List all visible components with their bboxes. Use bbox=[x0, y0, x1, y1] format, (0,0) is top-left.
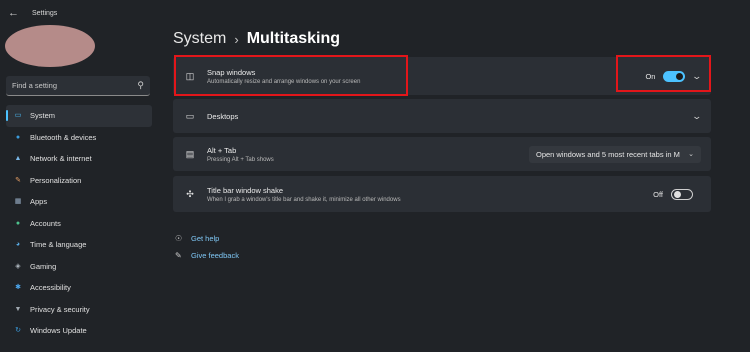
breadcrumb: System › Multitasking bbox=[173, 30, 340, 48]
snap-windows-card[interactable]: ◫ Snap windows Automatically resize and … bbox=[173, 57, 711, 95]
alt-tab-dropdown[interactable]: Open windows and 5 most recent tabs in M… bbox=[529, 145, 701, 163]
sidebar-item-label: Bluetooth & devices bbox=[30, 132, 97, 142]
apps-icon: ▦ bbox=[14, 198, 22, 206]
sidebar: ▭ System ● Bluetooth & devices ▲ Network… bbox=[6, 105, 152, 342]
update-icon: ↻ bbox=[15, 327, 21, 335]
alt-tab-subtitle: Pressing Alt + Tab shows bbox=[207, 156, 274, 163]
wifi-icon: ▲ bbox=[14, 155, 22, 163]
toggle-knob bbox=[676, 72, 684, 80]
help-icon: ☉ bbox=[175, 234, 183, 243]
alt-tab-icon: ▤ bbox=[185, 148, 195, 159]
sidebar-item-bluetooth[interactable]: ● Bluetooth & devices bbox=[6, 127, 152, 149]
search-icon[interactable]: ⚲ bbox=[137, 80, 144, 91]
globe-clock-icon: ◕ bbox=[15, 241, 21, 249]
cursor-move-icon: ✣ bbox=[186, 188, 194, 199]
sidebar-item-label: Network & internet bbox=[30, 154, 92, 164]
sidebar-item-privacy[interactable]: ▼ Privacy & security bbox=[6, 299, 152, 321]
alt-tab-card: ▤ Alt + Tab Pressing Alt + Tab shows Ope… bbox=[173, 137, 711, 171]
sidebar-item-windows-update[interactable]: ↻ Windows Update bbox=[6, 320, 152, 342]
sidebar-item-label: Privacy & security bbox=[30, 304, 90, 314]
help-links: ☉ Get help ✎ Give feedback bbox=[175, 230, 239, 264]
window-shake-toggle[interactable] bbox=[671, 188, 693, 200]
get-help-link[interactable]: Get help bbox=[191, 234, 219, 243]
snap-windows-toggle[interactable] bbox=[663, 70, 686, 82]
snap-windows-subtitle: Automatically resize and arrange windows… bbox=[207, 78, 361, 85]
brush-icon: ✎ bbox=[15, 176, 21, 184]
chevron-down-icon: ⌄ bbox=[688, 151, 694, 158]
sidebar-item-label: Apps bbox=[30, 197, 48, 207]
alt-tab-dropdown-value: Open windows and 5 most recent tabs in M bbox=[536, 149, 680, 159]
avatar[interactable] bbox=[5, 25, 95, 67]
desktops-icon: ▭ bbox=[185, 110, 195, 121]
window-shake-title: Title bar window shake bbox=[207, 185, 284, 195]
accessibility-icon: ✱ bbox=[15, 284, 21, 292]
snap-layout-icon: ◫ bbox=[185, 70, 195, 81]
chevron-down-icon[interactable]: ⌄ bbox=[692, 111, 703, 122]
person-icon: ● bbox=[15, 219, 21, 227]
title-bar: ← Settings bbox=[0, 0, 750, 26]
alt-tab-title: Alt + Tab bbox=[207, 145, 237, 155]
gamepad-icon: ◈ bbox=[15, 262, 21, 270]
feedback-icon: ✎ bbox=[175, 251, 182, 260]
give-feedback-link[interactable]: Give feedback bbox=[191, 251, 239, 260]
window-shake-card: ✣ Title bar window shake When I grab a w… bbox=[173, 176, 711, 212]
sidebar-item-personalization[interactable]: ✎ Personalization bbox=[6, 170, 152, 192]
snap-state-label: On bbox=[645, 71, 656, 81]
snap-windows-title: Snap windows bbox=[207, 67, 256, 77]
sidebar-item-label: Accounts bbox=[30, 218, 61, 228]
shield-icon: ▼ bbox=[14, 305, 22, 313]
sidebar-item-label: Personalization bbox=[30, 175, 82, 185]
sidebar-item-system[interactable]: ▭ System bbox=[6, 105, 152, 127]
toggle-knob bbox=[674, 190, 681, 198]
sidebar-item-gaming[interactable]: ◈ Gaming bbox=[6, 256, 152, 278]
sidebar-item-network[interactable]: ▲ Network & internet bbox=[6, 148, 152, 170]
sidebar-item-accounts[interactable]: ● Accounts bbox=[6, 213, 152, 235]
app-title: Settings bbox=[32, 9, 58, 17]
back-arrow-icon[interactable]: ← bbox=[8, 7, 24, 19]
breadcrumb-separator: › bbox=[234, 31, 239, 47]
shake-state-label: Off bbox=[653, 189, 663, 199]
search-input[interactable] bbox=[12, 81, 138, 90]
search-box[interactable]: ⚲ bbox=[6, 76, 150, 96]
monitor-icon: ▭ bbox=[14, 112, 22, 120]
desktops-title: Desktops bbox=[207, 111, 239, 121]
page-title: Multitasking bbox=[246, 30, 341, 47]
bluetooth-icon: ● bbox=[15, 133, 21, 141]
sidebar-item-label: Time & language bbox=[30, 240, 87, 250]
sidebar-item-accessibility[interactable]: ✱ Accessibility bbox=[6, 277, 152, 299]
window-shake-subtitle: When I grab a window's title bar and sha… bbox=[207, 196, 401, 203]
sidebar-item-apps[interactable]: ▦ Apps bbox=[6, 191, 152, 213]
sidebar-item-label: System bbox=[30, 111, 56, 121]
desktops-card[interactable]: ▭ Desktops ⌄ bbox=[173, 99, 711, 133]
sidebar-item-label: Windows Update bbox=[30, 326, 87, 336]
sidebar-item-time-language[interactable]: ◕ Time & language bbox=[6, 234, 152, 256]
sidebar-item-label: Accessibility bbox=[30, 283, 71, 293]
sidebar-item-label: Gaming bbox=[30, 261, 57, 271]
chevron-down-icon[interactable]: ⌄ bbox=[692, 71, 703, 82]
breadcrumb-parent[interactable]: System bbox=[173, 30, 226, 48]
